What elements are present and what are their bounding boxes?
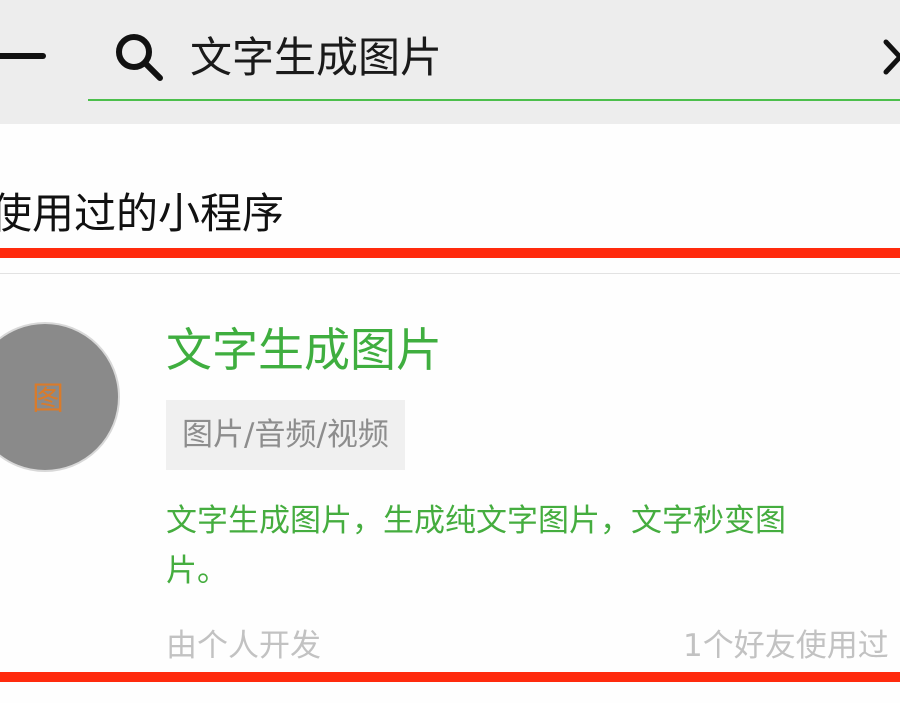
description-line: 片。 — [166, 553, 228, 589]
category-tag: 图片/音频/视频 — [166, 400, 405, 470]
search-icon — [116, 34, 163, 81]
search-input[interactable]: 文字生成图片 — [190, 28, 442, 88]
search-results-page: 文字生成图片 使用过的小程序 图 文字生成图片 图片/音频/视频 文字生成图片，… — [0, 0, 900, 703]
mini-program-avatar[interactable]: 图 — [0, 322, 120, 472]
back-arrow-icon[interactable] — [0, 53, 46, 59]
result-title[interactable]: 文字生成图片 — [166, 318, 442, 382]
result-description: 文字生成图片，生成纯文字图片，文字秒变图 片。 — [166, 496, 900, 596]
section-title: 使用过的小程序 — [0, 189, 285, 238]
red-highlight-line-bottom — [0, 672, 900, 682]
description-line: 文字生成图片，生成纯文字图片，文字秒变图 — [166, 503, 786, 539]
section-divider — [0, 273, 900, 274]
image-icon: 图 — [31, 379, 64, 417]
friends-used-label: 1个好友使用过 — [683, 628, 889, 664]
red-highlight-line-top — [0, 248, 900, 258]
search-input-underline — [88, 99, 900, 101]
developer-label: 由个人开发 — [166, 628, 321, 664]
search-header: 文字生成图片 — [0, 0, 900, 124]
close-icon[interactable] — [880, 36, 900, 78]
